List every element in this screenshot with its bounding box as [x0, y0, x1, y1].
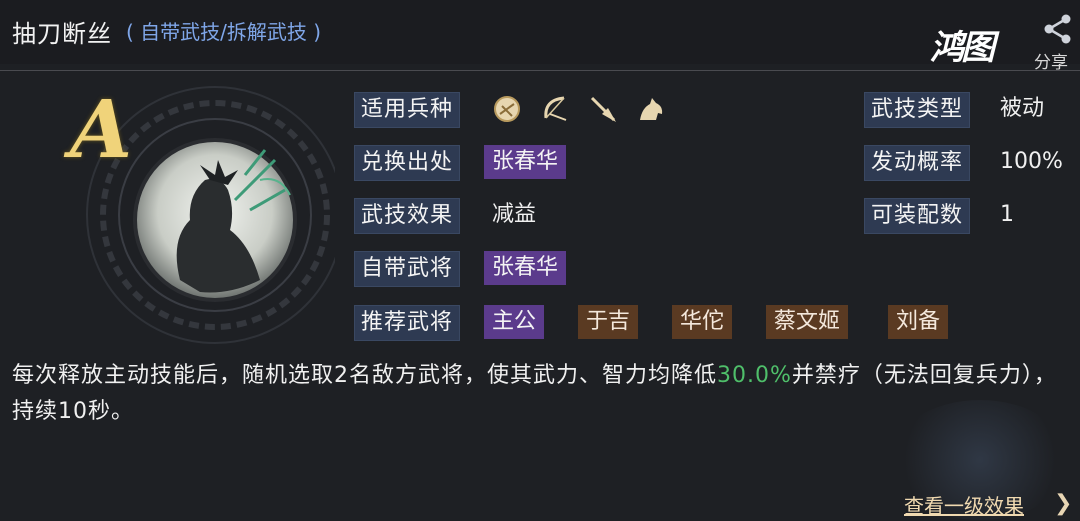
skill-type-label: 武技类型 [864, 92, 971, 128]
recommended-general-tag[interactable]: 蔡文姬 [766, 305, 849, 339]
recommended-label: 推荐武将 [354, 305, 461, 341]
share-icon [1044, 14, 1071, 44]
spear-icon [590, 96, 616, 122]
page-title: 抽刀断丝 [12, 20, 112, 48]
own-general-label: 自带武将 [354, 251, 461, 287]
troop-type-label: 适用兵种 [354, 92, 461, 128]
game-logo: 鸿图 [930, 28, 995, 68]
share-label: 分享 [1034, 53, 1068, 73]
source-general-tag[interactable]: 张春华 [484, 145, 567, 179]
description-text: 每次释放主动技能后，随机选取2名敌方武将，使其武力、智力均降低 [12, 363, 717, 388]
equip-count-label: 可装配数 [864, 198, 971, 234]
source-label: 兑换出处 [354, 145, 461, 181]
page-subtitle: ( 自带武技/拆解武技 ) [126, 20, 322, 44]
effect-value: 减益 [492, 202, 537, 227]
recommended-general-tag[interactable]: 华佗 [672, 305, 733, 339]
share-button[interactable]: 鸿图 分享 [930, 12, 1080, 73]
title-divider [0, 70, 1080, 71]
own-general-tag[interactable]: 张春华 [484, 251, 567, 285]
recommended-general-tag[interactable]: 于吉 [578, 305, 639, 339]
recommended-general-tag[interactable]: 刘备 [888, 305, 949, 339]
shield-icon [494, 96, 520, 122]
chevron-right-icon[interactable]: ❯ [1054, 491, 1072, 516]
skill-grade: A [70, 82, 133, 176]
skill-description: 每次释放主动技能后，随机选取2名敌方武将，使其武力、智力均降低30.0%并禁疗（… [12, 358, 1068, 430]
view-level-one-effect-link[interactable]: 查看一级效果 [904, 490, 1024, 519]
horse-icon [640, 98, 663, 120]
effect-label: 武技效果 [354, 198, 461, 234]
trigger-rate-value: 100% [1000, 149, 1063, 174]
equip-count-value: 1 [1000, 202, 1014, 227]
bow-icon [544, 96, 567, 121]
recommended-general-tag[interactable]: 主公 [484, 305, 545, 339]
skill-type-value: 被动 [1000, 96, 1045, 121]
description-highlight: 30.0% [717, 363, 792, 388]
trigger-rate-label: 发动概率 [864, 145, 971, 181]
